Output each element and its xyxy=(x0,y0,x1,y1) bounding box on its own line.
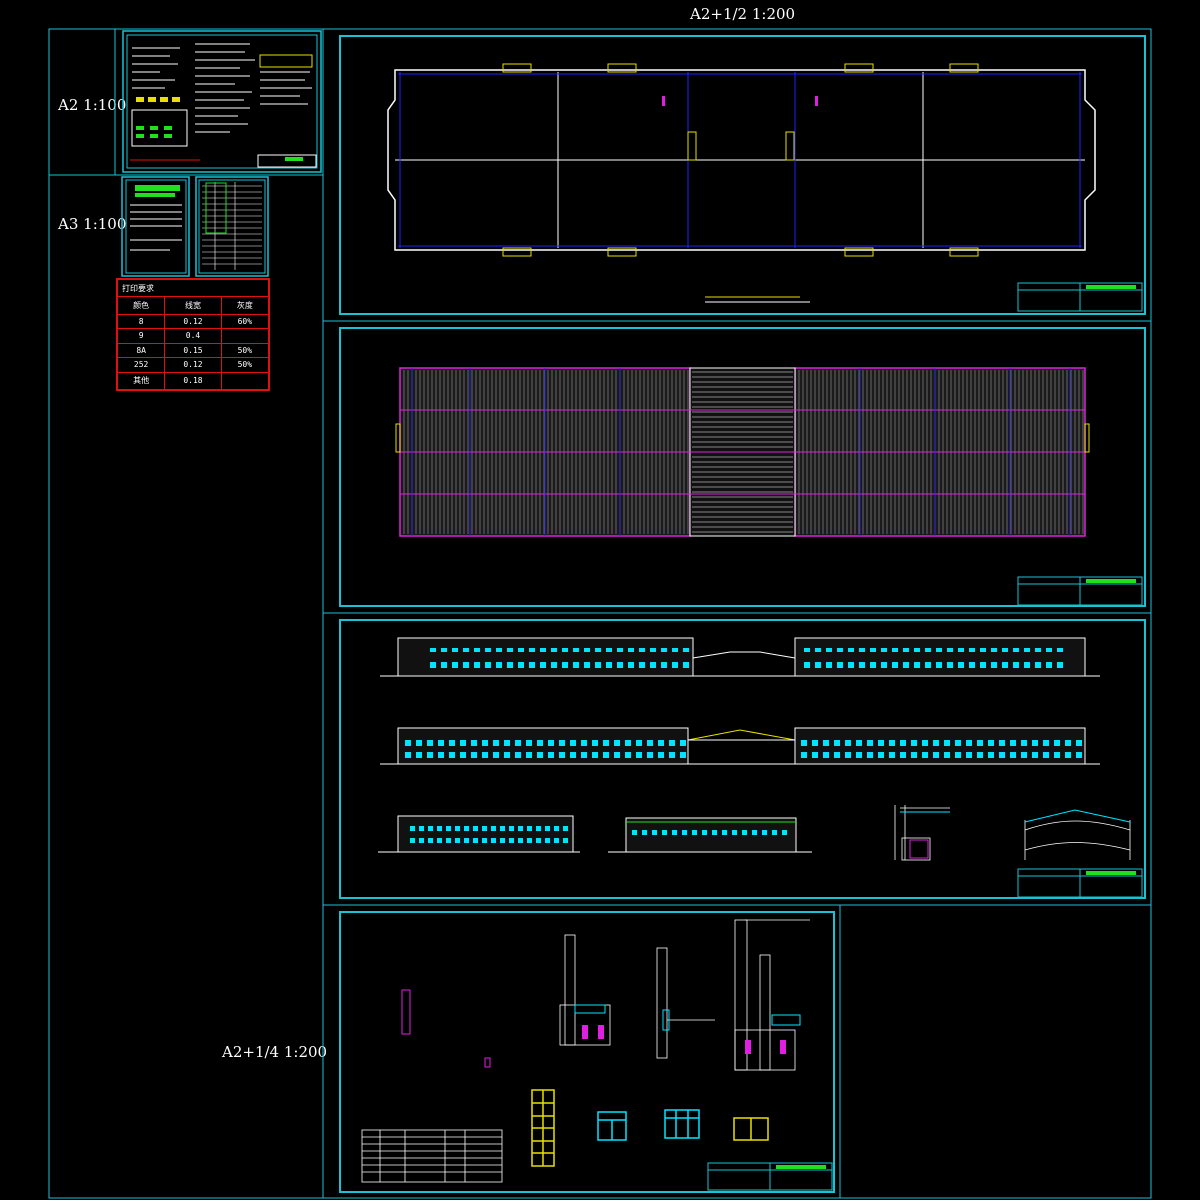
a2-notes-sheet xyxy=(122,30,322,173)
floor-plan-sheet xyxy=(339,35,1146,315)
details-sheet xyxy=(339,911,835,1193)
cad-drawing-canvas xyxy=(48,28,1152,1199)
roof-plan-sheet xyxy=(339,327,1146,607)
elevations-sheet xyxy=(339,619,1146,899)
a3-sheets xyxy=(121,176,269,277)
